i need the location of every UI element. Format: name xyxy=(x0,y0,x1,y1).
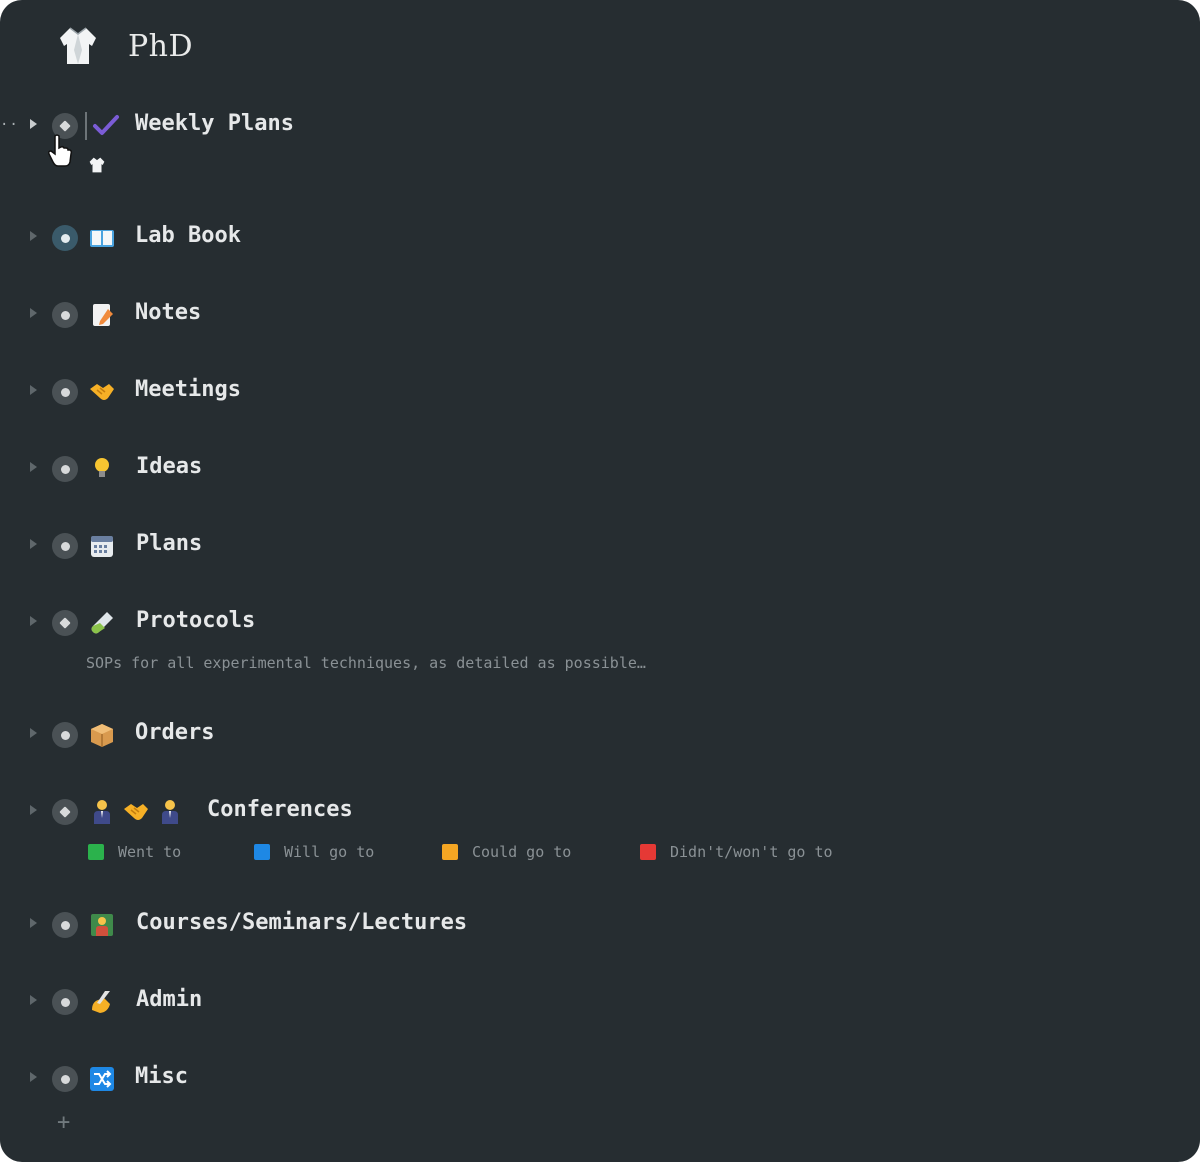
item-label[interactable]: Weekly Plans xyxy=(135,111,294,136)
expand-arrow-icon[interactable] xyxy=(30,539,37,549)
item-toggle[interactable] xyxy=(52,456,78,482)
item-label[interactable]: Protocols xyxy=(136,608,255,633)
lab-coat-icon xyxy=(88,156,106,178)
list-item-misc[interactable]: Misc xyxy=(0,1058,1100,1098)
expand-arrow-icon[interactable] xyxy=(30,462,37,472)
text-caret xyxy=(85,112,87,140)
page-title[interactable]: PhD xyxy=(128,29,193,64)
shuffle-icon xyxy=(88,1065,116,1093)
item-label[interactable]: Conferences xyxy=(207,797,353,822)
item-label[interactable]: Plans xyxy=(136,531,202,556)
item-toggle[interactable] xyxy=(52,533,78,559)
list-item-conferences[interactable]: Conferences xyxy=(0,791,1100,831)
item-label[interactable]: Orders xyxy=(135,720,214,745)
list-item-admin[interactable]: Admin xyxy=(0,981,1100,1021)
item-label[interactable]: Misc xyxy=(135,1064,188,1089)
calendar-icon xyxy=(88,532,116,560)
item-label[interactable]: Lab Book xyxy=(135,223,241,248)
legend-item: Will go to xyxy=(254,843,374,861)
expand-arrow-icon[interactable] xyxy=(30,119,37,129)
item-label[interactable]: Notes xyxy=(135,300,201,325)
check-mark-icon xyxy=(92,112,120,140)
item-toggle[interactable] xyxy=(52,302,78,328)
expand-arrow-icon[interactable] xyxy=(30,385,37,395)
open-book-icon xyxy=(88,224,116,252)
list-item-protocols[interactable]: Protocols xyxy=(0,602,1100,642)
item-toggle[interactable] xyxy=(52,1066,78,1092)
item-label[interactable]: Ideas xyxy=(136,454,202,479)
page-header: PhD xyxy=(56,22,193,70)
expand-arrow-icon[interactable] xyxy=(30,805,37,815)
handshake-icon xyxy=(88,378,116,406)
list-item-plans[interactable]: Plans xyxy=(0,525,1100,565)
expand-arrow-icon[interactable] xyxy=(30,1072,37,1082)
item-toggle[interactable] xyxy=(52,225,78,251)
legend-item: Went to xyxy=(88,843,181,861)
expand-arrow-icon[interactable] xyxy=(30,616,37,626)
orange-swatch xyxy=(442,844,458,860)
teacher-icon xyxy=(88,911,116,939)
blue-swatch xyxy=(254,844,270,860)
item-label[interactable]: Courses/Seminars/Lectures xyxy=(136,910,467,935)
workspace-page: PhD ·· Weekly Plans Lab Book Notes Meeti… xyxy=(0,0,1200,1162)
legend-label: Could go to xyxy=(472,843,572,861)
legend-label: Went to xyxy=(118,843,182,861)
expand-arrow-icon[interactable] xyxy=(30,995,37,1005)
item-toggle[interactable] xyxy=(52,912,78,938)
test-tube-icon xyxy=(88,609,116,637)
writing-hand-icon xyxy=(88,988,116,1016)
list-item-meetings[interactable]: Meetings xyxy=(0,371,1100,411)
drag-handle-icon[interactable]: ·· xyxy=(0,117,19,133)
item-toggle[interactable] xyxy=(52,799,78,825)
package-icon xyxy=(88,721,116,749)
list-item-ideas[interactable]: Ideas xyxy=(0,448,1100,488)
lab-coat-icon[interactable] xyxy=(56,24,100,68)
legend-item: Didn't/won't go to xyxy=(640,843,833,861)
red-swatch xyxy=(640,844,656,860)
protocols-description: SOPs for all experimental techniques, as… xyxy=(86,654,646,672)
person-in-suit-icon xyxy=(156,798,184,826)
expand-arrow-icon[interactable] xyxy=(30,231,37,241)
item-toggle[interactable] xyxy=(52,722,78,748)
expand-arrow-icon[interactable] xyxy=(30,308,37,318)
list-item-orders[interactable]: Orders xyxy=(0,714,1100,754)
item-toggle[interactable] xyxy=(52,610,78,636)
legend-label: Will go to xyxy=(284,843,375,861)
list-item-courses[interactable]: Courses/Seminars/Lectures xyxy=(0,904,1100,944)
green-swatch xyxy=(88,844,104,860)
item-label[interactable]: Meetings xyxy=(135,377,241,402)
handshake-icon xyxy=(122,798,150,826)
list-item-lab-book[interactable]: Lab Book xyxy=(0,217,1100,257)
item-toggle[interactable] xyxy=(52,989,78,1015)
legend-label: Didn't/won't go to xyxy=(670,843,833,861)
expand-arrow-icon[interactable] xyxy=(30,918,37,928)
expand-arrow-icon[interactable] xyxy=(30,728,37,738)
item-toggle[interactable] xyxy=(52,379,78,405)
list-item-weekly-plans[interactable]: ·· Weekly Plans xyxy=(0,105,1100,145)
add-item-button[interactable]: + xyxy=(57,1110,70,1135)
memo-icon xyxy=(88,301,116,329)
hand-cursor-icon xyxy=(47,134,73,172)
item-label[interactable]: Admin xyxy=(136,987,202,1012)
list-item-notes[interactable]: Notes xyxy=(0,294,1100,334)
person-in-suit-icon xyxy=(88,798,116,826)
legend-item: Could go to xyxy=(442,843,571,861)
light-bulb-icon xyxy=(88,455,116,483)
